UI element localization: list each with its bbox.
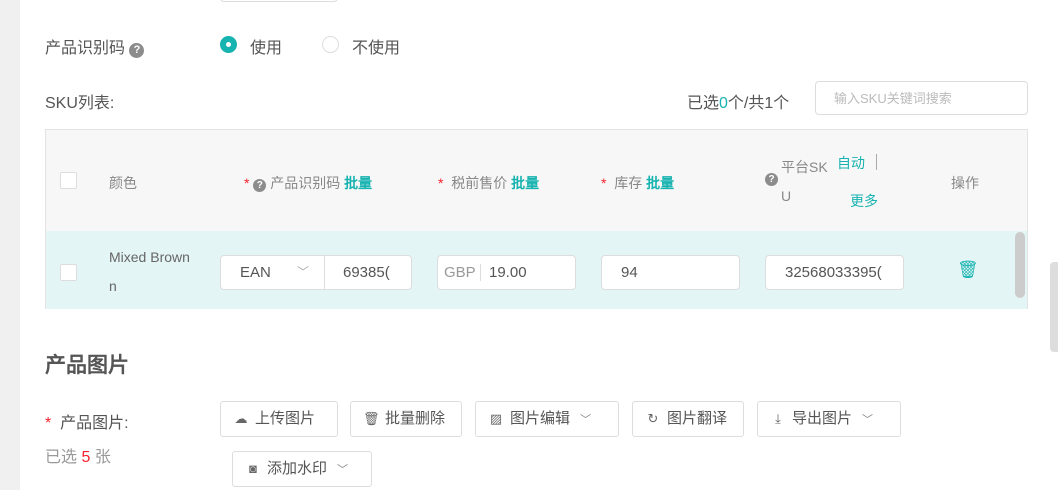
table-row: Mixed Brown n EAN ﹀ 69385( GBP 19.00 94 3… [46,231,1027,309]
bulk-identifier-link[interactable]: 批量 [344,175,372,191]
price-value: 19.00 [489,264,527,281]
identifier-label-text: 产品识别码 [45,40,126,57]
section-title-images: 产品图片 [45,354,129,377]
export-image-button[interactable]: ⤓ 导出图片 ﹀ [757,401,901,437]
t: EAN [240,264,271,281]
divider [876,154,877,170]
identifier-value-input[interactable]: 69385( [325,256,411,289]
row-color: Mixed Brown [109,249,190,265]
header-identifier: * ? 产品识别码 批量 [244,175,373,192]
selected-number: 0 [719,95,728,112]
upload-image-button[interactable]: ☁ 上传图片 [220,401,338,437]
header-price: * 税前售价 批量 [438,175,540,191]
radio-not-use-label[interactable]: 不使用 [352,34,400,58]
currency-label: GBP [444,264,476,281]
help-icon[interactable]: ? [129,43,145,58]
t: 产品识别码 [270,175,341,191]
t: 图片翻译 [667,410,728,427]
total-number: 1 [764,95,774,112]
left-gutter [0,0,20,490]
bulk-price-link[interactable]: 批量 [511,175,539,191]
t: 添加水印 [267,460,328,477]
t: 已选 [45,449,78,466]
platform-sku-input[interactable]: 32568033395( [765,255,904,290]
auto-sku-link[interactable]: 自动 [837,153,865,173]
selected-number: 5 [81,449,91,466]
stock-input[interactable]: 94 [601,255,740,290]
radio-use-label[interactable]: 使用 [250,34,282,58]
t: 产品图片: [60,415,129,432]
bulk-stock-link[interactable]: 批量 [646,175,674,191]
header-actions: 操作 [951,175,979,191]
radio-not-use[interactable] [322,36,339,53]
sku-list-label: SKU列表: [45,95,115,112]
t: 上传图片 [255,410,316,427]
t: 张 [94,449,111,466]
identifier-type-select[interactable]: EAN ﹀ [221,256,325,289]
header-color: 颜色 [109,175,137,191]
previous-field-box [220,0,338,2]
images-selected-count: 已选 5 张 [45,443,111,467]
trash-icon[interactable]: 🗑 [957,260,979,280]
sku-search-input[interactable] [815,81,1028,115]
download-icon: ⤓ [775,411,781,426]
header-platform-sku: 平台SK [781,159,828,175]
t: 个/共 [727,95,765,112]
chevron-down-icon: ﹀ [337,464,349,476]
t: 个 [773,95,790,112]
help-icon[interactable]: ? [765,173,778,186]
t: 已选 [687,95,720,112]
identifier-input-group: EAN ﹀ 69385( [220,255,412,290]
table-header: 颜色 * ? 产品识别码 批量 * 税前售价 批量 * 库存 批量 ? 平台SK… [46,130,1027,231]
add-watermark-button[interactable]: ◙ 添加水印 ﹀ [232,451,372,487]
row-checkbox[interactable] [60,264,77,281]
header-platform-sku-wrap: U [781,188,792,204]
t: 库存 [614,175,643,191]
row-color-wrap: n [109,278,117,294]
watermark-icon: ◙ [249,461,257,476]
more-link[interactable]: 更多 [850,191,878,211]
t: 税前售价 [451,175,508,191]
image-edit-button[interactable]: ▨ 图片编辑 ﹀ [475,401,619,437]
chevron-down-icon: ﹀ [862,414,874,426]
chevron-down-icon: ﹀ [580,414,592,426]
help-icon[interactable]: ? [253,179,267,192]
sku-table: 颜色 * ? 产品识别码 批量 * 税前售价 批量 * 库存 批量 ? 平台SK… [45,129,1028,309]
divider [480,264,481,281]
refresh-icon: ↻ [647,411,659,426]
t: 图片编辑 [510,410,571,427]
radio-use[interactable] [220,36,237,53]
table-scrollbar[interactable] [1015,232,1025,298]
page-scrollbar[interactable] [1050,262,1058,352]
image-translate-button[interactable]: ↻ 图片翻译 [632,401,744,437]
price-input-group[interactable]: GBP 19.00 [437,255,576,290]
chevron-down-icon: ﹀ [297,265,310,279]
trash-icon: 🗑 [363,411,380,426]
t: 批量删除 [385,410,446,427]
image-icon: ▨ [489,411,503,426]
images-label: * 产品图片: [45,415,129,432]
select-all-checkbox[interactable] [60,172,77,189]
header-stock: * 库存 批量 [601,175,675,191]
identifier-label: 产品识别码 ? [45,34,145,58]
sku-selected-count: 已选0个/共1个 [687,89,789,113]
bulk-delete-button[interactable]: 🗑 批量删除 [350,401,462,437]
cloud-upload-icon: ☁ [234,411,248,426]
t: 导出图片 [792,410,853,427]
